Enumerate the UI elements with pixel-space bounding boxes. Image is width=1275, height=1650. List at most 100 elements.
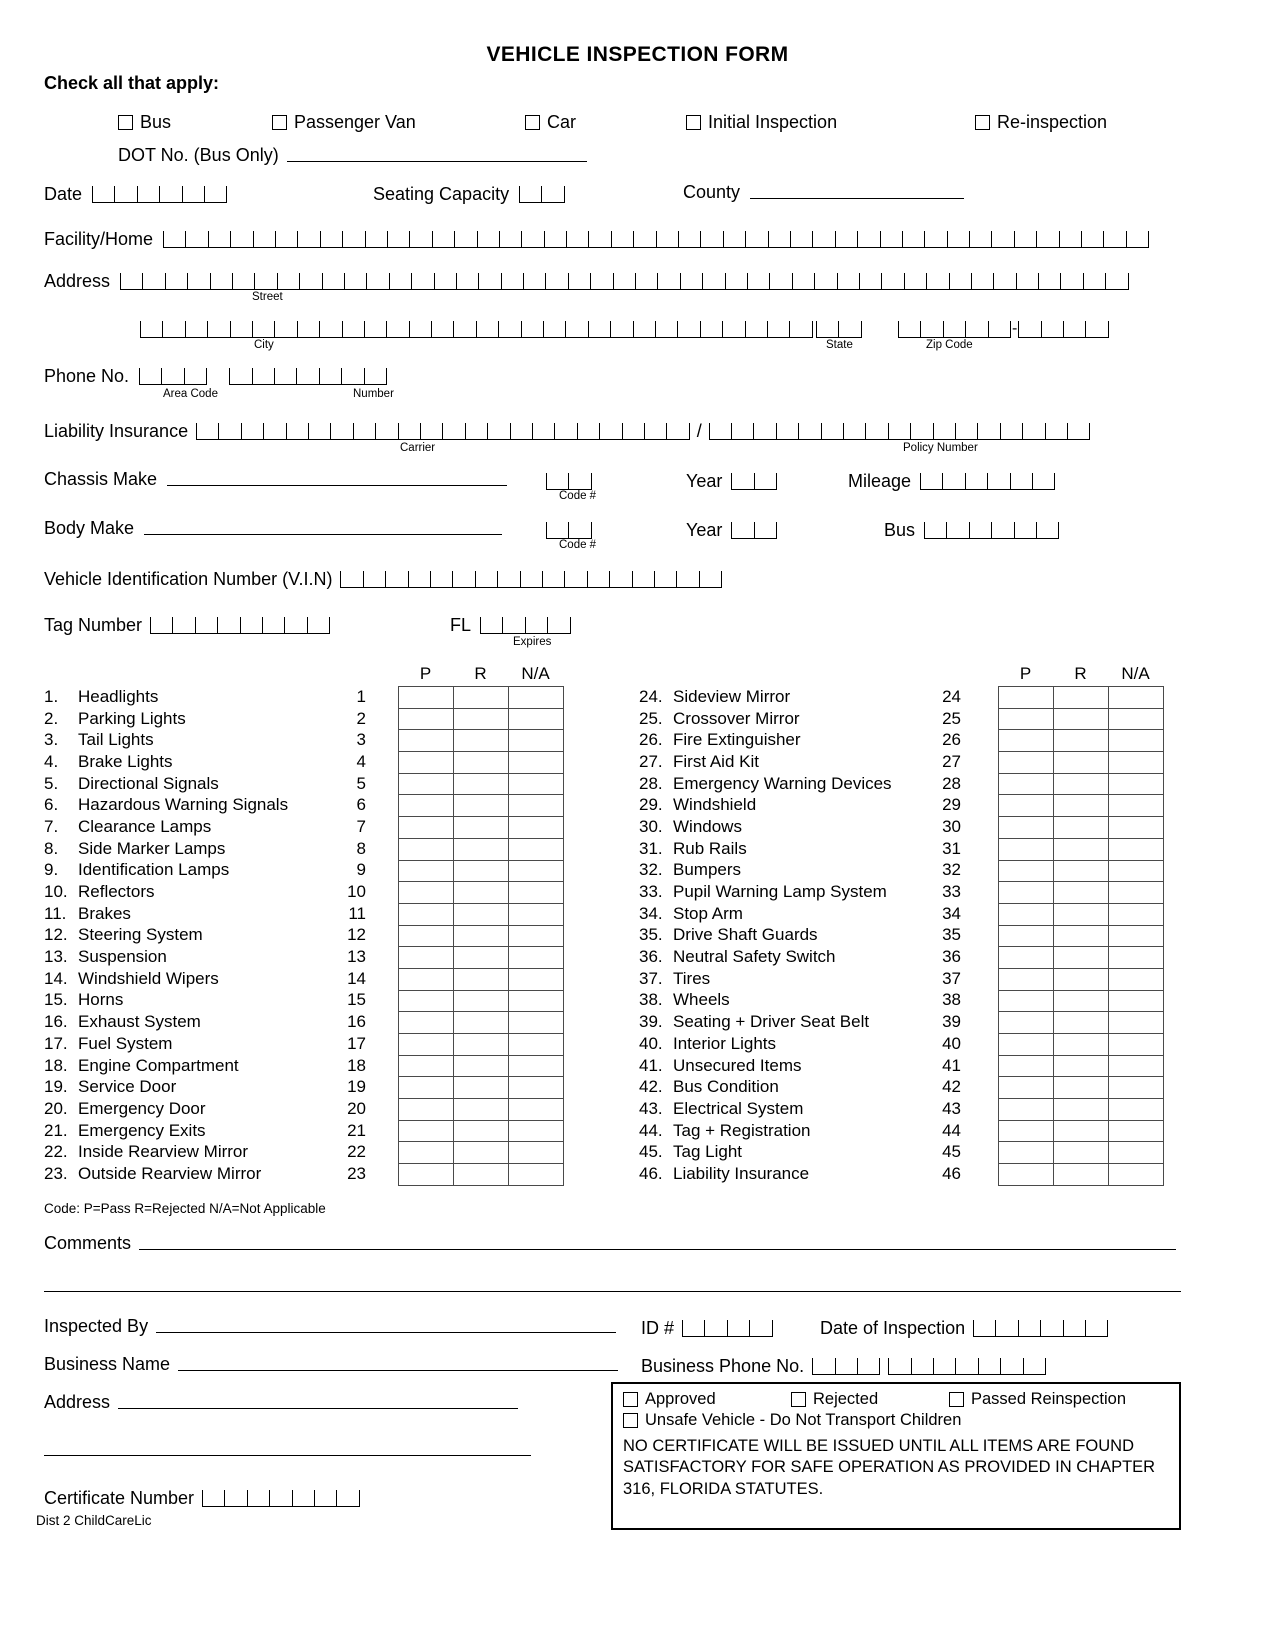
cell-pass[interactable]	[398, 751, 454, 774]
cell-pass[interactable]	[398, 729, 454, 753]
inspected-by-input[interactable]	[156, 1332, 617, 1333]
cell-na[interactable]	[1108, 881, 1164, 904]
checkbox-icon[interactable]	[623, 1392, 638, 1408]
cell-na[interactable]	[508, 1011, 564, 1034]
cell-na[interactable]	[508, 751, 564, 774]
cell-na[interactable]	[1108, 1054, 1164, 1078]
cell-rejected[interactable]	[1053, 1011, 1109, 1034]
cell-rejected[interactable]	[1053, 989, 1109, 1013]
cell-rejected[interactable]	[1053, 1033, 1109, 1056]
cell-pass[interactable]	[398, 1054, 454, 1078]
body-code-input[interactable]	[546, 519, 592, 539]
cell-pass[interactable]	[998, 1033, 1054, 1056]
address-street-input[interactable]	[120, 270, 1129, 290]
address-city-input[interactable]	[140, 318, 813, 338]
cell-na[interactable]	[1108, 707, 1164, 731]
cell-na[interactable]	[1108, 1141, 1164, 1165]
cell-na[interactable]	[1108, 794, 1164, 818]
cell-na[interactable]	[1108, 1076, 1164, 1100]
cell-na[interactable]	[1108, 1163, 1164, 1186]
cell-pass[interactable]	[998, 967, 1054, 991]
cell-pass[interactable]	[998, 1098, 1054, 1121]
date-of-inspection-input[interactable]	[973, 1317, 1109, 1337]
cell-na[interactable]	[508, 902, 564, 926]
cell-pass[interactable]	[998, 816, 1054, 839]
checkbox-icon[interactable]	[975, 115, 990, 130]
checkbox-rejected[interactable]: Rejected	[791, 1390, 949, 1409]
tag-number-input[interactable]	[150, 614, 331, 634]
cell-rejected[interactable]	[1053, 1076, 1109, 1100]
body-make-input[interactable]	[144, 534, 503, 535]
cell-na[interactable]	[508, 924, 564, 948]
cell-na[interactable]	[1108, 924, 1164, 948]
cell-na[interactable]	[1108, 902, 1164, 926]
cell-na[interactable]	[508, 707, 564, 731]
checklist-right-grid[interactable]	[998, 686, 1164, 1186]
cell-na[interactable]	[508, 946, 564, 969]
cell-pass[interactable]	[998, 1141, 1054, 1165]
cell-pass[interactable]	[398, 1098, 454, 1121]
comments-input-line-1[interactable]	[139, 1249, 1177, 1250]
cell-rejected[interactable]	[1053, 1119, 1109, 1143]
checkbox-bus[interactable]: Bus	[118, 112, 171, 133]
business-phone-area-input[interactable]	[812, 1355, 881, 1375]
cell-na[interactable]	[1108, 751, 1164, 774]
cell-na[interactable]	[508, 1141, 564, 1165]
cell-pass[interactable]	[398, 1011, 454, 1034]
bus-number-input[interactable]	[924, 519, 1060, 539]
cell-na[interactable]	[1108, 967, 1164, 991]
cell-rejected[interactable]	[453, 967, 509, 991]
cell-pass[interactable]	[998, 881, 1054, 904]
cell-rejected[interactable]	[453, 989, 509, 1013]
checkbox-re-inspection[interactable]: Re-inspection	[975, 112, 1107, 133]
checkbox-passenger-van[interactable]: Passenger Van	[272, 112, 416, 133]
checkbox-icon[interactable]	[949, 1392, 964, 1408]
checkbox-car[interactable]: Car	[525, 112, 576, 133]
cell-rejected[interactable]	[453, 837, 509, 861]
cell-pass[interactable]	[398, 686, 454, 709]
address-state-input[interactable]	[816, 318, 862, 338]
cell-pass[interactable]	[998, 794, 1054, 818]
cell-pass[interactable]	[998, 707, 1054, 731]
cell-pass[interactable]	[398, 859, 454, 883]
certificate-number-input[interactable]	[202, 1487, 360, 1507]
cell-rejected[interactable]	[453, 751, 509, 774]
facility-home-input[interactable]	[163, 228, 1150, 248]
cell-rejected[interactable]	[453, 1119, 509, 1143]
cell-pass[interactable]	[398, 1163, 454, 1186]
cell-na[interactable]	[508, 1119, 564, 1143]
cell-na[interactable]	[508, 1076, 564, 1100]
cell-rejected[interactable]	[453, 816, 509, 839]
cell-rejected[interactable]	[453, 1054, 509, 1078]
cell-rejected[interactable]	[1053, 729, 1109, 753]
cell-na[interactable]	[508, 686, 564, 709]
checkbox-icon[interactable]	[272, 115, 287, 130]
cell-pass[interactable]	[398, 772, 454, 796]
cell-pass[interactable]	[398, 989, 454, 1013]
cell-pass[interactable]	[998, 837, 1054, 861]
cell-rejected[interactable]	[1053, 859, 1109, 883]
cell-rejected[interactable]	[1053, 967, 1109, 991]
cell-na[interactable]	[508, 1098, 564, 1121]
footer-address-input-line-2[interactable]	[44, 1455, 531, 1456]
cell-pass[interactable]	[998, 1076, 1054, 1100]
cell-rejected[interactable]	[453, 794, 509, 818]
address-zip-input[interactable]	[898, 318, 1011, 338]
cell-rejected[interactable]	[1053, 881, 1109, 904]
cell-na[interactable]	[508, 1054, 564, 1078]
business-phone-number-input[interactable]	[888, 1355, 1047, 1375]
checkbox-icon[interactable]	[118, 115, 133, 130]
cell-pass[interactable]	[398, 924, 454, 948]
cell-pass[interactable]	[398, 816, 454, 839]
cell-pass[interactable]	[398, 1141, 454, 1165]
cell-rejected[interactable]	[453, 1011, 509, 1034]
cell-rejected[interactable]	[453, 1141, 509, 1165]
cell-rejected[interactable]	[453, 707, 509, 731]
liability-policy-input[interactable]	[708, 420, 1091, 440]
cell-rejected[interactable]	[1053, 902, 1109, 926]
cell-pass[interactable]	[998, 989, 1054, 1013]
cell-rejected[interactable]	[1053, 772, 1109, 796]
cell-na[interactable]	[508, 881, 564, 904]
cell-pass[interactable]	[398, 1033, 454, 1056]
cell-rejected[interactable]	[1053, 707, 1109, 731]
